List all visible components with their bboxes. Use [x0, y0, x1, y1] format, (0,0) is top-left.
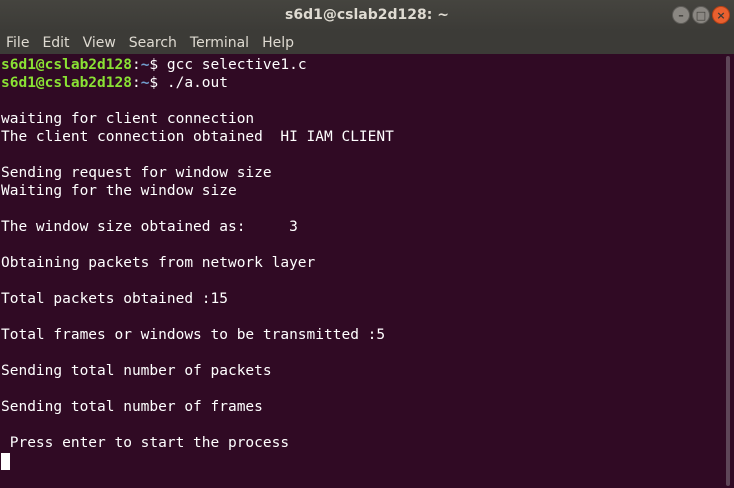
output-line: The client connection obtained HI IAM CL…	[1, 129, 394, 145]
maximize-icon: □	[695, 8, 707, 22]
close-icon: ×	[716, 8, 726, 22]
output-line: Obtaining packets from network layer	[1, 255, 316, 271]
terminal-window: s6d1@cslab2d128: ~ – □ × File Edit View …	[0, 0, 734, 488]
scrollbar[interactable]	[722, 54, 734, 488]
cursor-line	[1, 452, 722, 470]
output-line: Press enter to start the process	[1, 435, 290, 451]
prompt-symbol: $	[149, 57, 167, 73]
prompt-user: s6d1@cslab2d128	[1, 75, 132, 91]
prompt-symbol: $	[149, 75, 167, 91]
menu-search[interactable]: Search	[129, 35, 177, 51]
menu-file[interactable]: File	[6, 35, 29, 51]
prompt-separator: :	[131, 57, 141, 73]
menu-edit[interactable]: Edit	[42, 35, 69, 51]
menu-help[interactable]: Help	[262, 35, 294, 51]
window-title: s6d1@cslab2d128: ~	[285, 7, 449, 23]
terminal-area[interactable]: s6d1@cslab2d128:~$ gcc selective1.c s6d1…	[0, 54, 722, 488]
minimize-icon: –	[678, 8, 684, 22]
title-bar[interactable]: s6d1@cslab2d128: ~ – □ ×	[0, 0, 734, 31]
output-block: waiting for client connection The client …	[1, 92, 722, 452]
command-text: ./a.out	[166, 75, 228, 91]
text-cursor	[1, 453, 10, 470]
command-text: gcc selective1.c	[166, 57, 307, 73]
output-line: Total packets obtained :15	[1, 291, 228, 307]
minimize-button[interactable]: –	[672, 6, 690, 24]
prompt-user: s6d1@cslab2d128	[1, 57, 132, 73]
output-line: Sending total number of frames	[1, 399, 263, 415]
output-line: Total frames or windows to be transmitte…	[1, 327, 386, 343]
prompt-separator: :	[131, 75, 141, 91]
output-line: waiting for client connection	[1, 111, 255, 127]
output-line: Sending request for window size	[1, 165, 272, 181]
output-line: Sending total number of packets	[1, 363, 272, 379]
output-line: The window size obtained as: 3	[1, 219, 298, 235]
menu-bar: File Edit View Search Terminal Help	[0, 31, 734, 54]
close-button[interactable]: ×	[712, 6, 730, 24]
output-line: Waiting for the window size	[1, 183, 237, 199]
scrollbar-thumb[interactable]	[726, 56, 730, 486]
command-line: s6d1@cslab2d128:~$ gcc selective1.c	[1, 56, 722, 74]
menu-view[interactable]: View	[83, 35, 116, 51]
maximize-button[interactable]: □	[692, 6, 710, 24]
menu-terminal[interactable]: Terminal	[190, 35, 249, 51]
command-line: s6d1@cslab2d128:~$ ./a.out	[1, 74, 722, 92]
